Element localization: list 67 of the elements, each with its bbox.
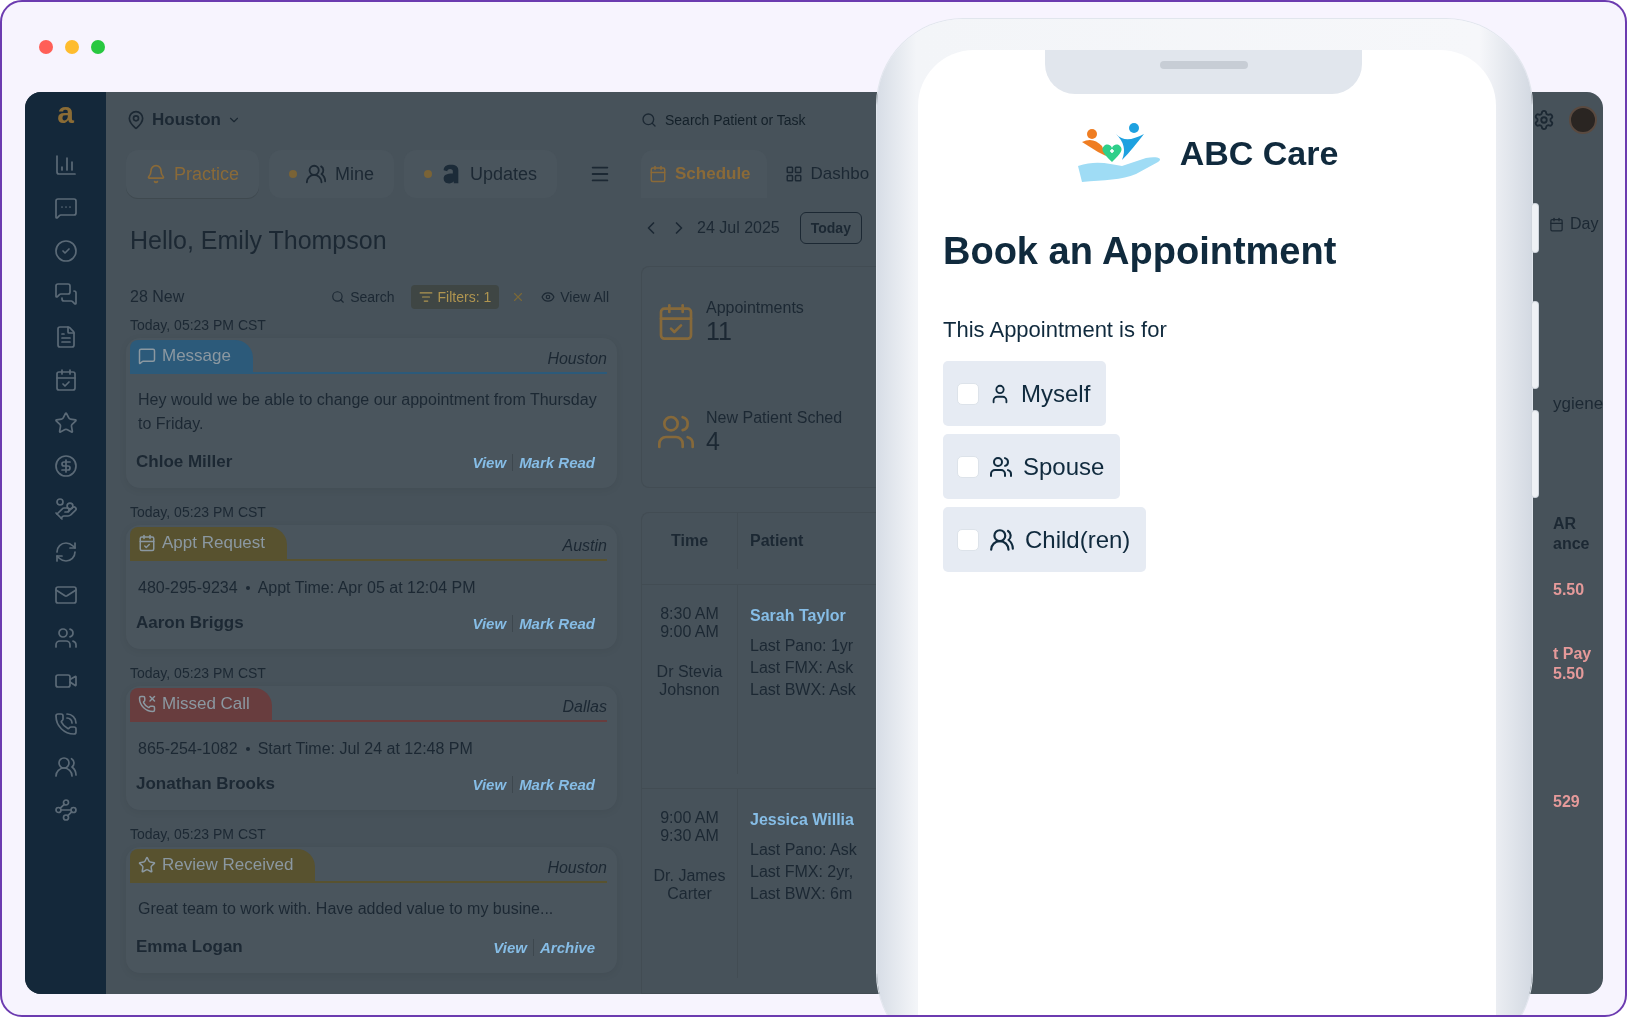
patient-link[interactable]: Sarah Taylor [750, 604, 876, 627]
family-icon [989, 526, 1015, 553]
action-link[interactable]: Mark Read [512, 775, 601, 793]
avatar[interactable] [1569, 106, 1597, 134]
eye-icon [541, 290, 556, 304]
bullet-icon [245, 586, 250, 590]
search-icon [641, 112, 657, 128]
option-checkbox[interactable]: Child(ren) [943, 507, 1147, 572]
maximize-icon[interactable] [91, 40, 105, 54]
calendar-icon [649, 165, 667, 183]
action-link[interactable]: View [487, 938, 533, 956]
type-tag: Review Received [130, 849, 316, 881]
balance-amount: 5.50 [1553, 580, 1586, 600]
location-pin-icon [126, 110, 146, 130]
brand-name: ABC Care [1179, 133, 1339, 173]
mail-icon[interactable] [53, 583, 78, 607]
option-checkbox[interactable]: Spouse [943, 434, 1121, 499]
balance-amount: t Pay [1553, 644, 1593, 664]
type-tag: Missed Call [130, 688, 272, 720]
group-icon[interactable] [53, 755, 78, 779]
conversations-icon[interactable] [53, 282, 78, 306]
patient-link[interactable]: Jessica Willia [750, 809, 876, 832]
settings-icon[interactable] [1533, 109, 1555, 131]
people-icon[interactable] [53, 626, 78, 650]
speaker-icon [1159, 61, 1248, 69]
type-tag: Message [130, 340, 253, 372]
type-tag: Appt Request [130, 527, 287, 559]
filters-button[interactable]: Filters: 1 [410, 285, 500, 309]
search-icon [331, 290, 346, 304]
calendar-check-icon [138, 534, 156, 552]
checkbox[interactable] [957, 455, 979, 478]
balance-amount: 529 [1553, 792, 1581, 812]
action-link[interactable]: Mark Read [512, 614, 601, 632]
page-title: Book an Appointment [943, 230, 1338, 273]
star-icon[interactable] [53, 411, 78, 435]
two-people-icon [989, 454, 1013, 479]
option-checkbox[interactable]: Myself [943, 361, 1107, 426]
phone-icon[interactable] [53, 712, 78, 736]
missed-call-icon [138, 695, 156, 713]
question-label: This Appointment is for [943, 317, 1168, 343]
balance-amount: 5.50 [1553, 664, 1586, 684]
checkbox[interactable] [957, 382, 979, 405]
action-link[interactable]: View [466, 453, 513, 471]
chat-icon[interactable] [53, 196, 78, 220]
app-logo[interactable]: a [57, 98, 74, 128]
close-icon[interactable] [39, 40, 53, 54]
star-icon [138, 856, 156, 874]
people-icon [305, 163, 328, 185]
calendar-icon [1549, 216, 1564, 232]
bell-icon [146, 164, 166, 184]
filter-icon [418, 290, 433, 304]
action-link[interactable]: View [466, 775, 513, 793]
bullet-icon [245, 747, 250, 751]
action-link[interactable]: View [466, 614, 513, 632]
minimize-icon[interactable] [65, 40, 79, 54]
calendar-check-icon[interactable] [53, 368, 78, 392]
refresh-icon[interactable] [53, 540, 78, 564]
checkbox[interactable] [957, 528, 979, 551]
network-icon[interactable] [53, 798, 78, 822]
action-link[interactable]: Archive [532, 938, 601, 956]
message-icon [138, 347, 156, 365]
chart-icon[interactable] [53, 153, 78, 177]
action-link[interactable]: Mark Read [512, 453, 601, 471]
hand-coin-icon[interactable] [53, 497, 78, 521]
grid-icon [784, 165, 803, 183]
dollar-icon[interactable] [53, 454, 78, 478]
check-circle-icon[interactable] [53, 239, 78, 263]
